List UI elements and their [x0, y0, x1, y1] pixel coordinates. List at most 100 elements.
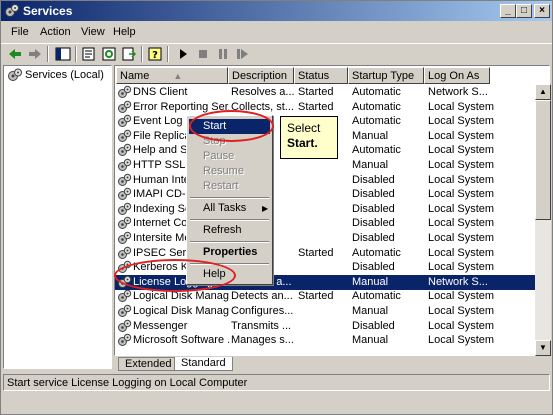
minimize-button[interactable]: _	[500, 4, 516, 18]
cell-startup: Disabled	[352, 202, 395, 215]
cell-logon: Local System	[428, 319, 495, 332]
properties-icon[interactable]	[81, 46, 97, 62]
menu-item-properties[interactable]: Properties	[189, 245, 270, 260]
status-bar: Start service License Logging on Local C…	[3, 374, 550, 391]
export-list-icon[interactable]	[121, 46, 137, 62]
column-header-name[interactable]: Name ▲	[116, 67, 228, 84]
table-row[interactable]: Error Reporting Ser... Collects, st... Sta…	[115, 100, 535, 115]
vertical-scrollbar[interactable]: ▲ ▼	[535, 84, 551, 356]
menu-separator	[190, 197, 269, 199]
sort-arrow-icon: ▲	[173, 71, 183, 81]
service-gear-icon	[118, 114, 132, 128]
cell-startup: Automatic	[352, 86, 401, 98]
service-gear-icon	[118, 85, 132, 98]
table-row[interactable]: Intersite Mes Disabled Local System	[115, 231, 535, 246]
view-tabs: Extended Standard	[114, 357, 550, 371]
table-row[interactable]: Logical Disk Manage...Configures... Manua…	[115, 304, 535, 319]
menu-file[interactable]: File	[11, 26, 29, 38]
table-row[interactable]: IMAPI CD-Bu Disabled Local System	[115, 187, 535, 202]
highlight-ring-license-logging	[114, 259, 236, 292]
stop-service-icon[interactable]	[195, 46, 211, 62]
cell-startup: Manual	[352, 334, 389, 347]
forward-arrow-icon[interactable]	[27, 46, 43, 62]
service-gear-icon	[118, 144, 132, 157]
column-header-description[interactable]: Description	[228, 67, 294, 84]
cell-name: Microsoft Software ...	[133, 334, 229, 347]
cell-status: Started	[298, 290, 334, 303]
cell-startup: Automatic	[352, 144, 401, 157]
tab-standard[interactable]: Standard	[174, 357, 233, 371]
table-row[interactable]: Messenger Transmits ... Disabled Local Syst…	[115, 319, 535, 334]
window-title: Services	[23, 4, 73, 18]
cell-startup: Disabled	[352, 188, 395, 201]
title-bar[interactable]: Services _ □ ×	[1, 1, 552, 21]
cell-startup: Disabled	[352, 319, 395, 332]
cell-logon: Local System	[428, 173, 495, 186]
cell-startup: Disabled	[352, 232, 395, 244]
cell-startup: Disabled	[352, 217, 395, 230]
menu-separator	[190, 241, 269, 243]
start-service-icon[interactable]	[175, 46, 191, 62]
cell-status: Started	[298, 246, 334, 259]
menu-item-refresh[interactable]: Refresh	[189, 223, 270, 238]
service-gear-icon	[118, 231, 132, 244]
cell-startup: Manual	[352, 159, 389, 171]
help-icon[interactable]: ?	[147, 46, 163, 62]
menu-view[interactable]: View	[81, 26, 105, 38]
menu-item-pause[interactable]: Pause	[189, 149, 270, 164]
pause-service-icon[interactable]	[215, 46, 231, 62]
cell-desc: Configures...	[231, 305, 294, 317]
table-row[interactable]: HTTP SSL Manual Local System	[115, 158, 535, 173]
svg-text:?: ?	[152, 50, 158, 61]
scroll-down-icon[interactable]: ▼	[535, 340, 551, 356]
table-row[interactable]: Indexing Serv Disabled Local System	[115, 202, 535, 217]
menu-item-resume[interactable]: Resume	[189, 164, 270, 179]
service-gear-icon	[118, 100, 132, 113]
scroll-up-icon[interactable]: ▲	[535, 84, 551, 100]
cell-desc: Resolves a...	[231, 86, 295, 98]
cell-desc: Detects an...	[231, 290, 293, 303]
service-gear-icon	[118, 246, 132, 259]
maximize-button[interactable]: □	[516, 4, 532, 18]
cell-status: Started	[298, 100, 334, 113]
menu-action[interactable]: Action	[40, 26, 71, 38]
cell-logon: Local System	[428, 202, 495, 215]
cell-logon: Local System	[428, 115, 495, 128]
close-button[interactable]: ×	[534, 4, 550, 18]
services-gear-icon	[5, 4, 19, 17]
service-gear-icon	[118, 319, 132, 332]
highlight-ring-start	[189, 110, 274, 142]
show-hide-tree-icon[interactable]	[55, 46, 71, 62]
tab-extended[interactable]: Extended	[118, 357, 179, 371]
column-header-logon[interactable]: Log On As	[424, 67, 490, 84]
cell-logon: Local System	[428, 305, 495, 317]
menu-item-label: All Tasks	[203, 202, 247, 214]
cell-name: Logical Disk Manager	[133, 290, 229, 303]
cell-logon: Local System	[428, 100, 495, 113]
cell-desc: Manages s...	[231, 334, 294, 347]
cell-logon: Local System	[428, 129, 495, 142]
menu-help[interactable]: Help	[113, 26, 136, 38]
menu-item-all-tasks[interactable]: All Tasks ▶	[189, 201, 270, 216]
refresh-icon[interactable]	[101, 46, 117, 62]
service-gear-icon	[118, 290, 132, 303]
toolbar-separator	[47, 46, 49, 62]
table-row[interactable]: Microsoft Software ... Manages s... Manual…	[115, 333, 535, 348]
restart-service-icon[interactable]	[235, 46, 251, 62]
column-header-status[interactable]: Status	[294, 67, 348, 84]
services-window: Services _ □ × File Action View Help ? S…	[0, 0, 553, 415]
table-row[interactable]: Human Interf Disabled Local System	[115, 173, 535, 188]
callout-line-1: Select	[287, 121, 321, 135]
column-header-startup-type[interactable]: Startup Type	[348, 67, 424, 84]
scroll-thumb[interactable]	[535, 100, 551, 220]
tree-item-services-local[interactable]: Services (Local)	[25, 69, 104, 81]
cell-startup: Manual	[352, 305, 389, 317]
service-gear-icon	[118, 333, 132, 347]
column-header-label: Name	[120, 70, 150, 82]
cell-name: DNS Client	[133, 86, 188, 98]
back-arrow-icon[interactable]	[7, 46, 23, 62]
table-row[interactable]: Internet Con Disabled Local System	[115, 216, 535, 231]
toolbar: ?	[1, 43, 552, 63]
table-row[interactable]: DNS Client Resolves a... Started Automatic N…	[115, 85, 535, 100]
menu-item-restart[interactable]: Restart	[189, 179, 270, 194]
